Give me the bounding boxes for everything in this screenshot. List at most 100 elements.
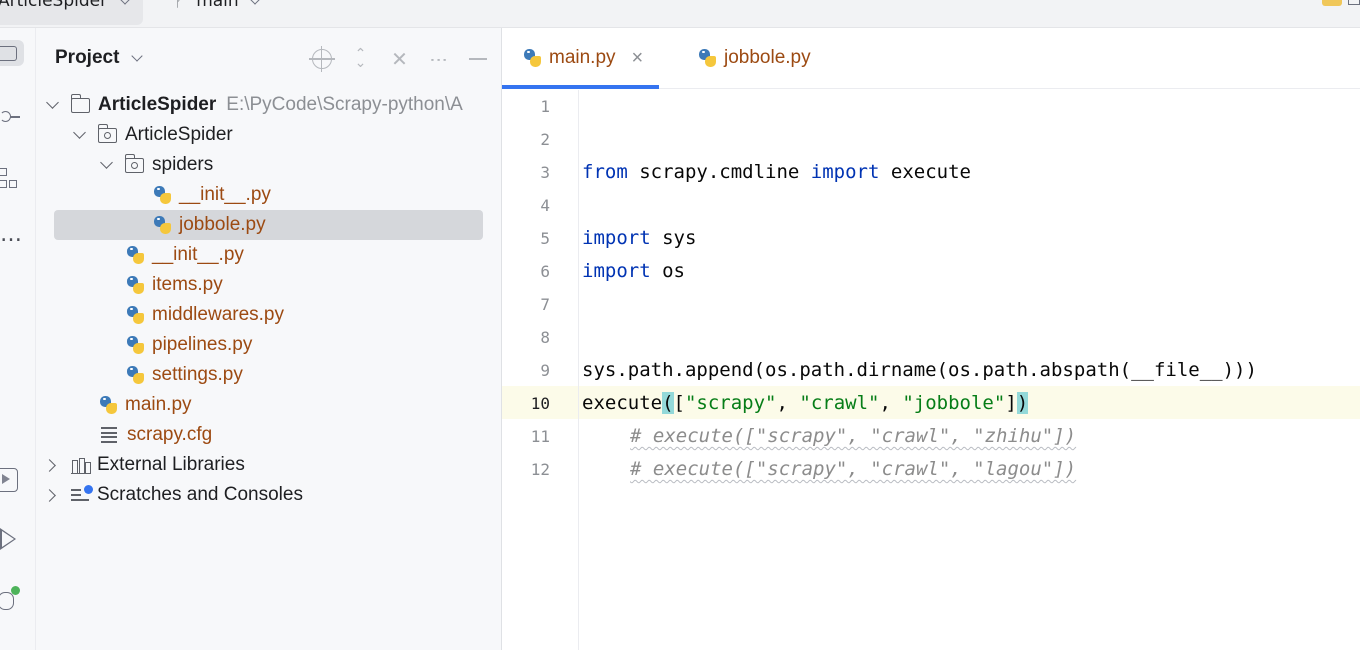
keyword: import xyxy=(582,227,651,249)
string-literal: "crawl" xyxy=(799,392,880,414)
package-icon xyxy=(97,123,117,143)
scratches-icon xyxy=(71,485,93,504)
tree-item-label: spiders xyxy=(152,154,214,175)
string-literal: "jobbole" xyxy=(902,392,1006,414)
code-area[interactable]: from scrapy.cmdline import execute impor… xyxy=(582,90,1257,480)
tab-main-py[interactable]: main.py × xyxy=(502,28,660,89)
folder-icon[interactable] xyxy=(0,40,24,66)
window-control-icon[interactable] xyxy=(1348,0,1360,5)
line-number: 7 xyxy=(540,295,550,314)
tree-item-settings[interactable]: settings.py xyxy=(36,360,501,390)
code-line-5: import sys xyxy=(582,222,696,255)
tab-jobbole-py[interactable]: jobbole.py xyxy=(687,28,821,88)
folder-icon xyxy=(70,93,90,113)
tree-item-package-init[interactable]: __init__.py xyxy=(36,240,501,270)
structure-icon[interactable] xyxy=(0,168,18,192)
close-icon[interactable]: × xyxy=(632,47,644,70)
target-icon xyxy=(308,46,335,72)
branch-selector[interactable]: ᚹ main xyxy=(174,0,261,11)
tree-item-scratches[interactable]: Scratches and Consoles xyxy=(36,480,501,510)
code-line-3: from scrapy.cmdline import execute xyxy=(582,156,971,189)
project-panel: Project ⌃ ⌄ ✕ ⋮ ArticleSpider E:\PyCode\S… xyxy=(36,28,502,650)
code-line-11: # execute(["scrapy", "crawl", "zhihu"]) xyxy=(630,420,1076,453)
collapse-all-button[interactable]: ✕ xyxy=(380,46,419,72)
locate-file-button[interactable] xyxy=(302,46,341,72)
keyword: import xyxy=(810,161,880,183)
project-panel-toolbar: ⌃ ⌄ ✕ ⋮ xyxy=(302,46,497,72)
python-file-icon xyxy=(125,335,146,356)
collapse-icon: ✕ xyxy=(391,47,408,71)
line-number: 11 xyxy=(530,427,550,446)
code-editor: main.py × jobbole.py 1 2 3 4 5 6 7 8 9 1… xyxy=(502,28,1360,650)
tree-item-articlespider-package[interactable]: ArticleSpider xyxy=(36,120,501,150)
comment: # execute(["scrapy", "crawl", "zhihu"]) xyxy=(630,425,1077,447)
options-button[interactable]: ⋮ xyxy=(419,46,458,72)
services-icon[interactable] xyxy=(0,466,20,494)
debug-icon[interactable] xyxy=(0,586,22,612)
chevron-down-icon xyxy=(249,0,261,5)
tree-item-label: settings.py xyxy=(152,364,243,385)
module-name: scrapy.cmdline xyxy=(627,161,811,183)
project-selector[interactable]: ArticleSpider xyxy=(0,0,144,25)
tree-item-label: jobbole.py xyxy=(179,214,266,235)
code-text: sys.path.append(os.path.dirname(os.path.… xyxy=(582,359,1257,381)
commit-icon[interactable] xyxy=(0,108,20,124)
python-file-icon xyxy=(125,365,146,386)
tree-item-middlewares[interactable]: middlewares.py xyxy=(36,300,501,330)
chevron-down-icon xyxy=(131,50,144,62)
identifier: execute xyxy=(879,161,971,183)
tree-item-external-libraries[interactable]: External Libraries xyxy=(36,450,501,480)
branch-name: main xyxy=(196,0,239,11)
python-file-icon xyxy=(152,215,173,236)
tree-item-root[interactable]: ArticleSpider E:\PyCode\Scrapy-python\A xyxy=(36,90,501,120)
chevron-down-icon xyxy=(100,156,113,169)
run-icon[interactable] xyxy=(0,526,20,552)
tree-item-label: Scratches and Consoles xyxy=(97,484,303,505)
tree-item-label: ArticleSpider xyxy=(98,94,217,115)
python-file-icon xyxy=(697,48,718,69)
tree-item-spiders-init[interactable]: __init__.py xyxy=(36,180,501,210)
line-number: 9 xyxy=(540,361,550,380)
python-file-icon xyxy=(125,305,146,326)
tree-item-scrapy-cfg[interactable]: scrapy.cfg xyxy=(36,420,501,450)
tree-item-label: middlewares.py xyxy=(152,304,284,325)
python-file-icon xyxy=(125,275,146,296)
tree-item-spiders[interactable]: spiders xyxy=(36,150,501,180)
tree-item-label: ArticleSpider xyxy=(125,124,233,145)
chevron-right-icon xyxy=(43,488,56,502)
bracket: [ xyxy=(673,392,685,414)
python-file-icon xyxy=(152,185,173,206)
line-number: 4 xyxy=(540,196,550,215)
more-icon[interactable]: … xyxy=(0,224,23,246)
matched-bracket: ) xyxy=(1016,392,1029,414)
project-panel-title[interactable]: Project xyxy=(55,45,144,71)
tree-item-label: items.py xyxy=(152,274,223,295)
title-bar: ArticleSpider ᚹ main xyxy=(0,0,1360,28)
hide-panel-button[interactable] xyxy=(458,46,497,72)
tree-item-items[interactable]: items.py xyxy=(36,270,501,300)
tree-item-path: E:\PyCode\Scrapy-python\A xyxy=(226,94,463,115)
python-file-icon xyxy=(98,395,119,416)
separator: , xyxy=(776,392,800,414)
library-icon xyxy=(71,457,91,474)
code-line-6: import os xyxy=(582,255,685,288)
chevron-down-icon xyxy=(46,96,59,109)
keyword: import xyxy=(582,260,651,282)
tree-item-jobbole[interactable]: jobbole.py xyxy=(36,210,501,240)
tree-item-main[interactable]: main.py xyxy=(36,390,501,420)
separator: , xyxy=(879,392,903,414)
project-name: ArticleSpider xyxy=(0,0,108,11)
package-icon xyxy=(124,153,144,173)
python-file-icon xyxy=(125,245,146,266)
identifier: sys xyxy=(650,227,697,249)
kebab-menu-icon: ⋮ xyxy=(428,51,449,67)
project-panel-title-text: Project xyxy=(55,47,120,68)
editor-tabs: main.py × jobbole.py xyxy=(502,28,1360,89)
expand-all-button[interactable]: ⌃ ⌄ xyxy=(341,46,380,72)
user-icon[interactable] xyxy=(1322,0,1342,6)
line-number: 1 xyxy=(540,97,550,116)
line-number-gutter: 1 2 3 4 5 6 7 8 9 10 11 12 xyxy=(502,90,579,650)
tree-item-pipelines[interactable]: pipelines.py xyxy=(36,330,501,360)
code-line-9: sys.path.append(os.path.dirname(os.path.… xyxy=(582,354,1257,387)
python-file-icon xyxy=(522,48,543,69)
